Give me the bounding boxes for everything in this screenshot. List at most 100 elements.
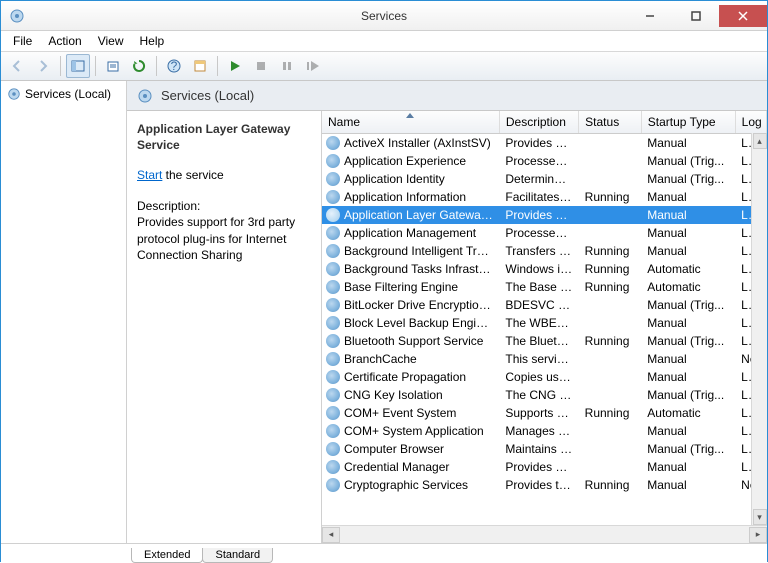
service-row[interactable]: Background Intelligent Trans...Transfers… — [322, 242, 767, 260]
cell-name: Background Intelligent Trans... — [322, 242, 499, 260]
service-row[interactable]: Application Layer Gateway ...Provides su… — [322, 206, 767, 224]
minimize-button[interactable] — [627, 5, 673, 27]
service-row[interactable]: Application ExperienceProcesses a...Manu… — [322, 152, 767, 170]
menu-action[interactable]: Action — [42, 32, 87, 50]
cell-startup: Manual — [641, 206, 735, 224]
tab-standard[interactable]: Standard — [202, 548, 273, 563]
cell-status: Running — [579, 404, 642, 422]
service-row[interactable]: Application InformationFacilitates t...R… — [322, 188, 767, 206]
cell-desc: Manages th... — [499, 422, 578, 440]
cell-desc: Provides su... — [499, 206, 578, 224]
menu-file[interactable]: File — [7, 32, 38, 50]
window-title: Services — [361, 9, 407, 23]
maximize-button[interactable] — [673, 5, 719, 27]
back-button[interactable] — [5, 54, 29, 78]
refresh-button[interactable] — [127, 54, 151, 78]
horizontal-scrollbar[interactable]: ◂ ▸ — [322, 525, 767, 543]
gear-icon — [7, 87, 21, 101]
tab-extended[interactable]: Extended — [131, 548, 203, 563]
cell-status — [579, 206, 642, 224]
cell-startup: Manual — [641, 368, 735, 386]
cell-name: COM+ Event System — [322, 404, 499, 422]
cell-name: ActiveX Installer (AxInstSV) — [322, 134, 499, 153]
toolbar-sep — [60, 56, 61, 76]
service-row[interactable]: Cryptographic ServicesProvides thr...Run… — [322, 476, 767, 494]
close-button[interactable] — [719, 5, 767, 27]
right-pane-title: Services (Local) — [161, 88, 254, 103]
cell-startup: Manual — [641, 134, 735, 153]
service-row[interactable]: Background Tasks Infrastru...Windows in.… — [322, 260, 767, 278]
titlebar: Services — [1, 1, 767, 31]
scroll-down-icon[interactable]: ▾ — [753, 509, 767, 525]
cell-desc: Transfers fil... — [499, 242, 578, 260]
cell-name: Cryptographic Services — [322, 476, 499, 494]
cell-status: Running — [579, 260, 642, 278]
console-tree: Services (Local) — [1, 81, 127, 543]
menu-view[interactable]: View — [92, 32, 130, 50]
cell-name: COM+ System Application — [322, 422, 499, 440]
cell-startup: Manual — [641, 224, 735, 242]
menu-help[interactable]: Help — [134, 32, 171, 50]
export-list-button[interactable] — [101, 54, 125, 78]
column-header-status[interactable]: Status — [579, 111, 642, 134]
scroll-track[interactable] — [340, 527, 749, 543]
cell-name: Certificate Propagation — [322, 368, 499, 386]
service-row[interactable]: Block Level Backup Engine ...The WBENG..… — [322, 314, 767, 332]
service-row[interactable]: CNG Key IsolationThe CNG ke...Manual (Tr… — [322, 386, 767, 404]
cell-desc: Copies user ... — [499, 368, 578, 386]
cell-startup: Manual — [641, 458, 735, 476]
scroll-right-icon[interactable]: ▸ — [749, 527, 767, 543]
cell-status — [579, 422, 642, 440]
start-suffix: the service — [162, 168, 223, 182]
service-row[interactable]: COM+ Event SystemSupports Sy...RunningAu… — [322, 404, 767, 422]
cell-status — [579, 134, 642, 153]
show-hide-console-tree-button[interactable] — [66, 54, 90, 78]
service-row[interactable]: Base Filtering EngineThe Base Fil...Runn… — [322, 278, 767, 296]
cell-name: Computer Browser — [322, 440, 499, 458]
service-row[interactable]: BranchCacheThis service ...ManualNet — [322, 350, 767, 368]
service-row[interactable]: Credential ManagerProvides se...ManualLo… — [322, 458, 767, 476]
toolbar-sep — [95, 56, 96, 76]
service-row[interactable]: ActiveX Installer (AxInstSV)Provides Us.… — [322, 134, 767, 153]
cell-desc: Supports Sy... — [499, 404, 578, 422]
service-row[interactable]: BitLocker Drive Encryption ...BDESVC hos… — [322, 296, 767, 314]
cell-name: Bluetooth Support Service — [322, 332, 499, 350]
start-link[interactable]: Start — [137, 168, 162, 182]
cell-status: Running — [579, 188, 642, 206]
toolbar-sep — [217, 56, 218, 76]
cell-status — [579, 314, 642, 332]
cell-startup: Manual (Trig... — [641, 386, 735, 404]
help-button[interactable]: ? — [162, 54, 186, 78]
cell-status: Running — [579, 476, 642, 494]
view-tabs: Extended Standard — [1, 543, 767, 563]
service-row[interactable]: Certificate PropagationCopies user ... Ma… — [322, 368, 767, 386]
restart-service-button[interactable] — [301, 54, 325, 78]
scroll-up-icon[interactable]: ▴ — [753, 133, 767, 149]
cell-name: BranchCache — [322, 350, 499, 368]
cell-name: Background Tasks Infrastru... — [322, 260, 499, 278]
start-service-button[interactable] — [223, 54, 247, 78]
cell-status: Running — [579, 242, 642, 260]
stop-service-button[interactable] — [249, 54, 273, 78]
cell-desc: Determines ... — [499, 170, 578, 188]
cell-startup: Automatic — [641, 260, 735, 278]
properties-button[interactable] — [188, 54, 212, 78]
menubar: File Action View Help — [1, 31, 767, 51]
forward-button[interactable] — [31, 54, 55, 78]
column-header-description[interactable]: Description — [499, 111, 578, 134]
service-row[interactable]: COM+ System ApplicationManages th...Manu… — [322, 422, 767, 440]
cell-status — [579, 350, 642, 368]
scroll-left-icon[interactable]: ◂ — [322, 527, 340, 543]
vertical-scrollbar[interactable]: ▴ ▾ — [751, 133, 767, 525]
cell-startup: Manual (Trig... — [641, 152, 735, 170]
pause-service-button[interactable] — [275, 54, 299, 78]
tree-node-services-local[interactable]: Services (Local) — [3, 85, 124, 103]
service-row[interactable]: Computer BrowserMaintains a...Manual (Tr… — [322, 440, 767, 458]
cell-startup: Automatic — [641, 278, 735, 296]
column-header-startup-type[interactable]: Startup Type — [641, 111, 735, 134]
column-header-name[interactable]: Name — [322, 111, 499, 134]
service-row[interactable]: Application ManagementProcesses in...Man… — [322, 224, 767, 242]
service-row[interactable]: Bluetooth Support ServiceThe Bluetoo...R… — [322, 332, 767, 350]
column-header-log[interactable]: Log — [735, 111, 766, 134]
service-row[interactable]: Application IdentityDetermines ...Manual… — [322, 170, 767, 188]
